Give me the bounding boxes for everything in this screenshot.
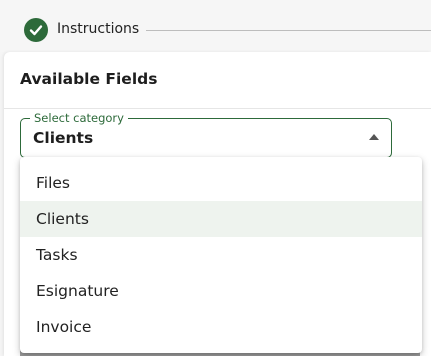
step-label[interactable]: Instructions (57, 21, 139, 37)
divider (4, 108, 431, 109)
menu-item-esignature[interactable]: Esignature (20, 273, 422, 309)
arrow-up-icon[interactable] (369, 134, 379, 140)
select-label: Select category (30, 111, 128, 125)
menu-item-clients[interactable]: Clients (20, 201, 422, 237)
menu-item-tasks[interactable]: Tasks (20, 237, 422, 273)
category-dropdown-menu: Files Clients Tasks Esignature Invoice (20, 157, 422, 353)
menu-item-files[interactable]: Files (20, 165, 422, 201)
select-value: Clients (33, 129, 94, 147)
check-circle-icon (24, 18, 48, 42)
stepper: Instructions (0, 0, 431, 52)
category-select[interactable]: Select category Clients (20, 111, 392, 158)
step-connector (146, 30, 431, 31)
panel-title: Available Fields (20, 70, 158, 88)
menu-item-invoice[interactable]: Invoice (20, 309, 422, 345)
